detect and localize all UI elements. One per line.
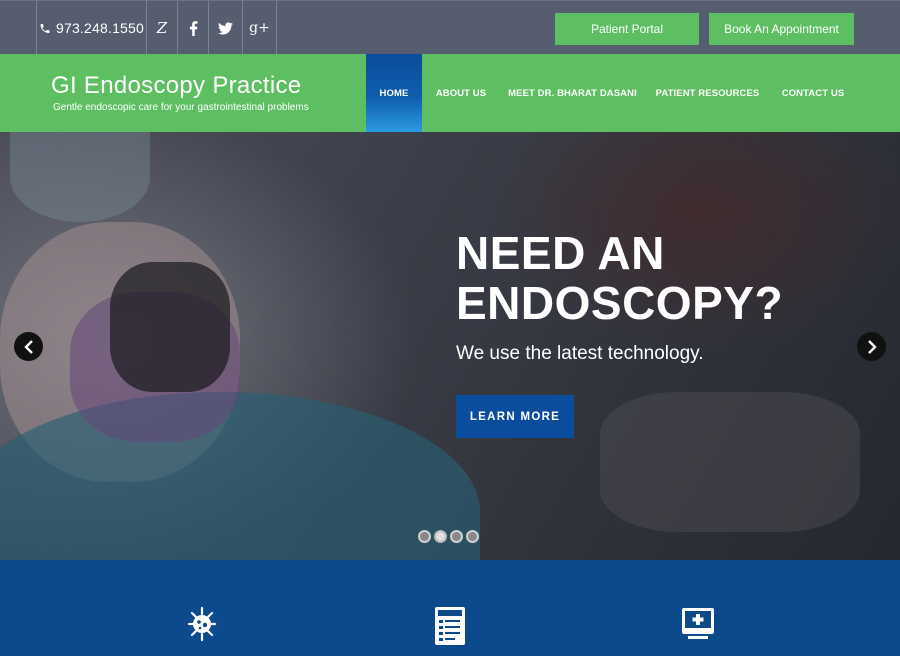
book-appointment-button[interactable]: Book An Appointment	[709, 13, 854, 45]
hero-photo-detail	[600, 392, 860, 532]
slider-prev-button[interactable]	[14, 332, 43, 361]
main-nav: HOME ABOUT US MEET DR. BHARAT DASANI PAT…	[366, 54, 856, 132]
google-plus-icon: g+	[249, 20, 270, 36]
chevron-right-icon	[867, 339, 877, 354]
hero-heading-line2: ENDOSCOPY?	[456, 277, 784, 329]
chevron-left-icon	[23, 339, 33, 354]
hero-photo-detail	[10, 132, 150, 222]
phone-link[interactable]: 973.248.1550	[37, 1, 147, 55]
hero-slider: NEED AN ENDOSCOPY? We use the latest tec…	[0, 132, 900, 560]
site-title[interactable]: GI Endoscopy Practice	[51, 72, 301, 100]
facebook-link[interactable]	[178, 1, 209, 55]
google-plus-link[interactable]: g+	[243, 1, 277, 55]
slider-dot-1[interactable]	[418, 530, 431, 543]
virus-icon	[187, 606, 217, 642]
slider-dot-3[interactable]	[450, 530, 463, 543]
slider-dot-2[interactable]	[434, 530, 447, 543]
zocdoc-icon: Z	[156, 19, 168, 37]
site-header: GI Endoscopy Practice Gentle endoscopic …	[0, 54, 900, 132]
facebook-icon	[189, 20, 197, 36]
hero-heading-line1: NEED AN	[456, 227, 665, 279]
nav-meet-doctor[interactable]: MEET DR. BHARAT DASANI	[500, 54, 645, 132]
slider-dots	[418, 530, 479, 543]
twitter-link[interactable]	[209, 1, 243, 55]
zocdoc-link[interactable]: Z	[147, 1, 178, 55]
hero-subheading: We use the latest technology.	[456, 343, 704, 364]
hero-photo-detail	[110, 262, 230, 392]
top-utility-bar: 973.248.1550 Z g+ Patient Portal Book An…	[0, 0, 900, 55]
nav-patient-resources[interactable]: PATIENT RESOURCES	[645, 54, 770, 132]
medical-monitor-icon	[682, 608, 714, 639]
twitter-icon	[218, 21, 233, 34]
site-tagline: Gentle endoscopic care for your gastroin…	[53, 102, 309, 113]
nav-home[interactable]: HOME	[366, 54, 422, 132]
features-band	[0, 560, 900, 656]
patient-portal-button[interactable]: Patient Portal	[555, 13, 699, 45]
social-links: 973.248.1550 Z g+	[36, 1, 277, 55]
nav-contact-us[interactable]: CONTACT US	[770, 54, 856, 132]
phone-icon	[40, 23, 50, 33]
nav-about-us[interactable]: ABOUT US	[422, 54, 500, 132]
phone-number: 973.248.1550	[55, 20, 145, 36]
learn-more-button[interactable]: LEARN MORE	[456, 395, 574, 438]
slider-next-button[interactable]	[857, 332, 886, 361]
hero-photo-detail	[0, 392, 480, 560]
checklist-document-icon	[435, 607, 465, 645]
slider-dot-4[interactable]	[466, 530, 479, 543]
hero-heading: NEED AN ENDOSCOPY?	[456, 228, 856, 328]
